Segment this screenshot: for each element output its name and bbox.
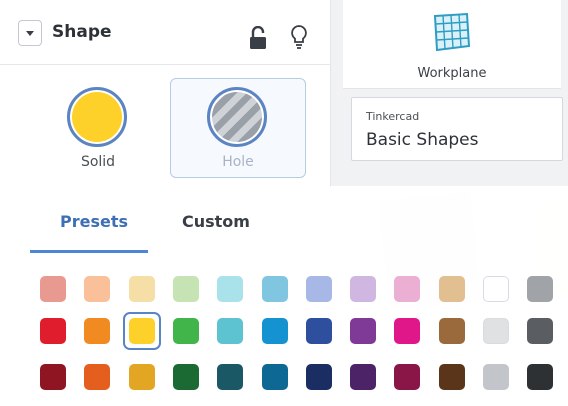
hole-button[interactable]: Hole [170,78,306,178]
tab-presets[interactable]: Presets [60,212,128,249]
color-swatch[interactable] [129,276,155,302]
shape-panel: Shape Solid Hole [0,0,331,186]
panel-title: Shape [52,22,112,42]
color-swatch[interactable] [217,276,243,302]
color-swatch[interactable] [350,364,376,390]
color-swatch[interactable] [84,318,110,344]
hole-pattern-swatch [207,87,267,147]
shape-library-dropdown[interactable]: Tinkercad Basic Shapes [351,97,563,161]
shape-panel-header: Shape [0,0,330,65]
library-value: Basic Shapes [366,130,479,150]
color-swatch[interactable] [306,364,332,390]
color-swatch[interactable] [40,318,66,344]
solid-button[interactable]: Solid [30,78,166,178]
library-caption: Tinkercad [366,110,420,123]
hole-label: Hole [222,154,254,170]
color-swatch[interactable] [129,318,155,344]
color-swatch[interactable] [129,364,155,390]
workplane-button[interactable]: Workplane [343,0,561,89]
color-tabs: Presets Custom [30,186,330,252]
color-swatch[interactable] [262,364,288,390]
active-tab-indicator [30,250,148,253]
color-swatch[interactable] [439,364,465,390]
color-swatch[interactable] [350,276,376,302]
color-swatch[interactable] [439,318,465,344]
color-swatch[interactable] [394,318,420,344]
color-swatch[interactable] [306,276,332,302]
color-swatch[interactable] [350,318,376,344]
color-swatch[interactable] [527,276,553,302]
lightbulb-icon[interactable] [289,24,309,50]
color-swatch[interactable] [40,364,66,390]
color-swatch[interactable] [439,276,465,302]
color-swatch[interactable] [173,318,199,344]
solid-label: Solid [80,154,116,170]
color-swatch[interactable] [394,276,420,302]
color-swatch[interactable] [527,318,553,344]
lock-open-icon[interactable] [249,26,267,50]
color-swatch[interactable] [217,364,243,390]
color-swatch[interactable] [527,364,553,390]
workplane-label: Workplane [417,66,487,81]
color-swatch[interactable] [173,364,199,390]
collapse-button[interactable] [18,20,42,46]
color-swatch[interactable] [217,318,243,344]
solid-color-swatch [67,87,127,147]
right-toolbar-area: Workplane Tinkercad Basic Shapes [331,0,568,186]
color-swatch[interactable] [483,276,509,302]
color-swatch[interactable] [84,276,110,302]
color-swatch[interactable] [40,276,66,302]
workplane-grid-icon [433,12,471,52]
color-swatch[interactable] [173,276,199,302]
color-swatch[interactable] [84,364,110,390]
color-swatch[interactable] [262,318,288,344]
color-swatch[interactable] [483,318,509,344]
tab-custom[interactable]: Custom [182,212,250,249]
chevron-down-icon [26,30,34,36]
color-swatch[interactable] [483,364,509,390]
color-swatch[interactable] [306,318,332,344]
color-swatch[interactable] [262,276,288,302]
color-swatch[interactable] [394,364,420,390]
